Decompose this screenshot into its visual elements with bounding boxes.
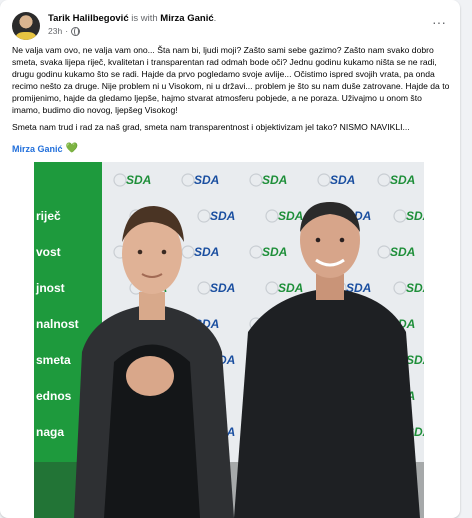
- green-heart-icon: 💚: [65, 143, 78, 154]
- svg-text:SDA: SDA: [194, 173, 219, 187]
- more-options-icon[interactable]: ···: [432, 14, 446, 30]
- post-card: Tarik Halilbegović is with Mirza Ganić. …: [0, 0, 460, 518]
- svg-text:SDA: SDA: [194, 245, 219, 259]
- with-text: is with: [131, 13, 158, 24]
- globe-icon: [71, 26, 81, 36]
- post-time[interactable]: 23h: [48, 26, 62, 36]
- photo-scene: riječ vost jnost nalnost smeta ednos naga SDA S…: [34, 162, 424, 518]
- svg-text:SDA: SDA: [126, 173, 151, 187]
- svg-text:SDA: SDA: [406, 353, 424, 367]
- banner-word: smeta: [36, 353, 71, 367]
- tag-link[interactable]: Mirza Ganić: [12, 144, 63, 154]
- author-avatar[interactable]: [12, 12, 40, 40]
- svg-text:SDA: SDA: [262, 245, 287, 259]
- tag-line: Mirza Ganić 💚: [12, 143, 78, 155]
- svg-text:SDA: SDA: [210, 281, 235, 295]
- post-photo[interactable]: riječ vost jnost nalnost smeta ednos naga SDA S…: [34, 162, 424, 518]
- post-authors: Tarik Halilbegović is with Mirza Ganić.: [48, 13, 217, 24]
- banner-word: vost: [36, 245, 61, 259]
- banner-word: riječ: [36, 209, 61, 223]
- banner-word: naga: [36, 425, 64, 439]
- svg-text:SDA: SDA: [330, 173, 355, 187]
- author-name[interactable]: Tarik Halilbegović: [48, 13, 129, 24]
- tagged-name[interactable]: Mirza Ganić: [160, 13, 213, 24]
- post-paragraph-2: Smeta nam trud i rad za naš grad, smeta …: [12, 122, 410, 133]
- banner-word: jnost: [35, 281, 65, 295]
- banner-word: nalnost: [36, 317, 79, 331]
- meta-dot: ·: [65, 26, 69, 36]
- svg-text:SDA: SDA: [210, 209, 235, 223]
- svg-text:SDA: SDA: [406, 281, 424, 295]
- svg-text:SDA: SDA: [390, 245, 415, 259]
- svg-text:SDA: SDA: [262, 173, 287, 187]
- svg-text:SDA: SDA: [406, 209, 424, 223]
- post-meta: 23h ·: [48, 26, 81, 36]
- svg-text:SDA: SDA: [278, 281, 303, 295]
- post-body: Ne valja vam ovo, ne valja vam ono... Št…: [12, 45, 452, 140]
- post-paragraph-1: Ne valja vam ovo, ne valja vam ono... Št…: [12, 45, 450, 115]
- svg-text:SDA: SDA: [278, 209, 303, 223]
- banner-word: ednos: [36, 389, 72, 403]
- post-header: Tarik Halilbegović is with Mirza Ganić. …: [12, 12, 448, 42]
- svg-text:SDA: SDA: [390, 173, 415, 187]
